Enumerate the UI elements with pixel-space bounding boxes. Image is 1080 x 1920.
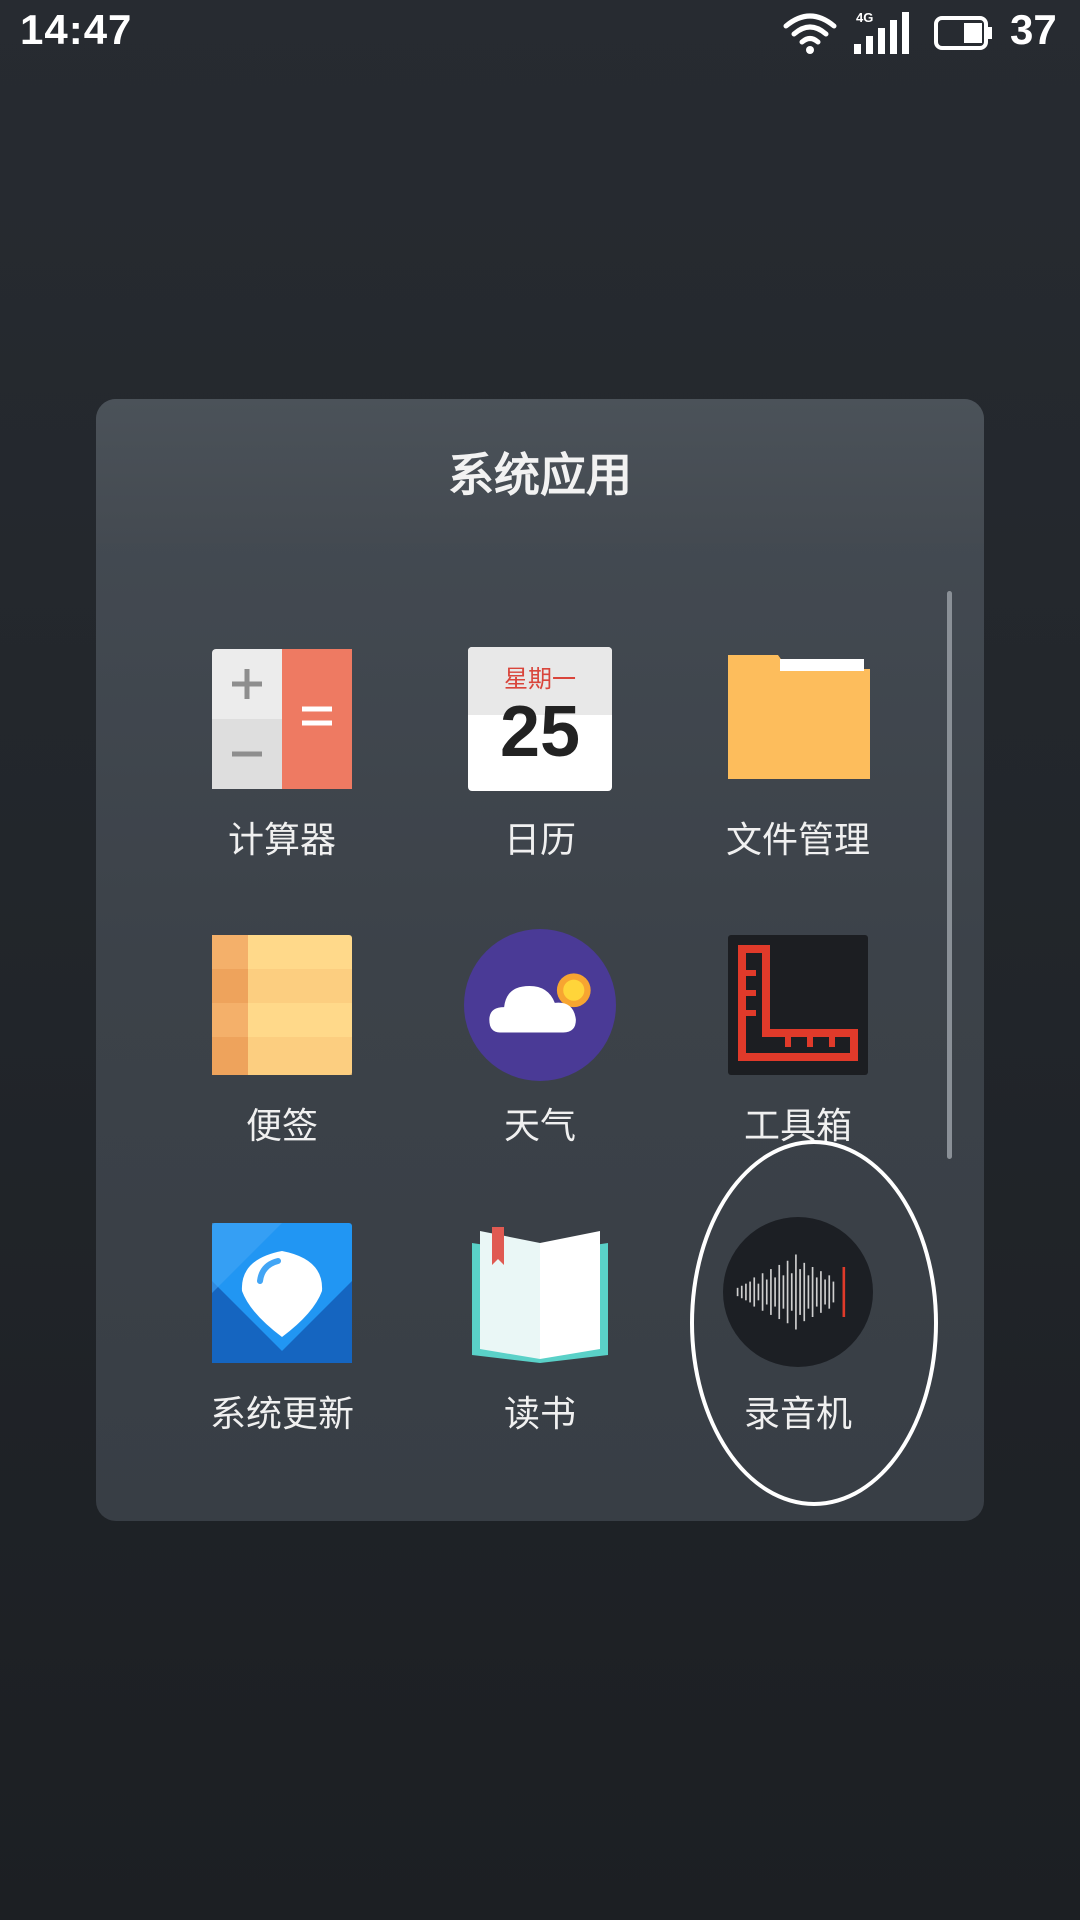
- status-bar: 14:47 4G 37: [0, 0, 1080, 70]
- app-label: 读书: [503, 1394, 576, 1435]
- app-calendar[interactable]: 星期一 25 日历: [420, 647, 660, 887]
- folder-title[interactable]: 系统应用: [96, 439, 984, 505]
- highlight-circle-annotation: [690, 1140, 938, 1506]
- folder-header: 系统应用: [96, 399, 984, 543]
- calendar-icon: 星期一 25: [468, 647, 612, 791]
- app-reading[interactable]: 读书: [420, 1221, 660, 1461]
- app-file-manager[interactable]: 文件管理: [678, 647, 918, 887]
- signal-icon: [854, 12, 909, 54]
- app-system-update[interactable]: 系统更新: [162, 1221, 402, 1461]
- folder-icon: [728, 655, 870, 779]
- notes-icon: [212, 935, 352, 1075]
- app-label: 计算器: [227, 820, 336, 861]
- app-notes[interactable]: 便签: [162, 933, 402, 1173]
- app-label: 文件管理: [725, 820, 870, 861]
- calendar-weekday: 星期一: [504, 665, 576, 693]
- calculator-icon: [212, 649, 352, 789]
- status-time: 14:47: [20, 6, 133, 53]
- app-toolbox[interactable]: 工具箱: [678, 933, 918, 1173]
- book-icon: [472, 1227, 608, 1363]
- weather-icon: [464, 929, 616, 1081]
- app-label: 日历: [503, 820, 576, 861]
- app-label: 便签: [245, 1106, 318, 1147]
- app-label: 系统更新: [209, 1394, 354, 1435]
- battery-icon: [934, 16, 992, 50]
- app-calculator[interactable]: 计算器: [162, 647, 402, 887]
- wifi-icon: [783, 13, 837, 54]
- app-label: 天气: [503, 1106, 576, 1147]
- scrollbar[interactable]: [947, 591, 952, 1159]
- calendar-day: 25: [499, 692, 581, 772]
- toolbox-icon: [728, 935, 868, 1075]
- battery-level: 37: [1010, 6, 1057, 53]
- system-update-icon: [212, 1223, 352, 1363]
- app-weather[interactable]: 天气: [420, 929, 660, 1173]
